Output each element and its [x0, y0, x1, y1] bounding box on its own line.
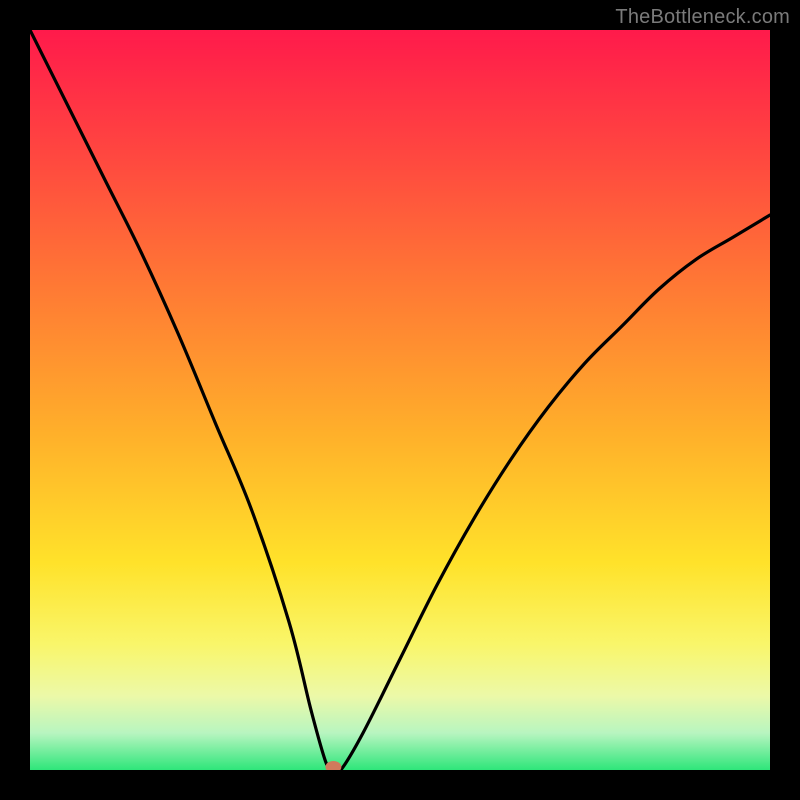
minimum-marker [325, 761, 341, 770]
curve-svg [30, 30, 770, 770]
bottleneck-curve [30, 30, 770, 770]
chart-frame: TheBottleneck.com [0, 0, 800, 800]
watermark-text: TheBottleneck.com [615, 6, 790, 29]
plot-area [30, 30, 770, 770]
